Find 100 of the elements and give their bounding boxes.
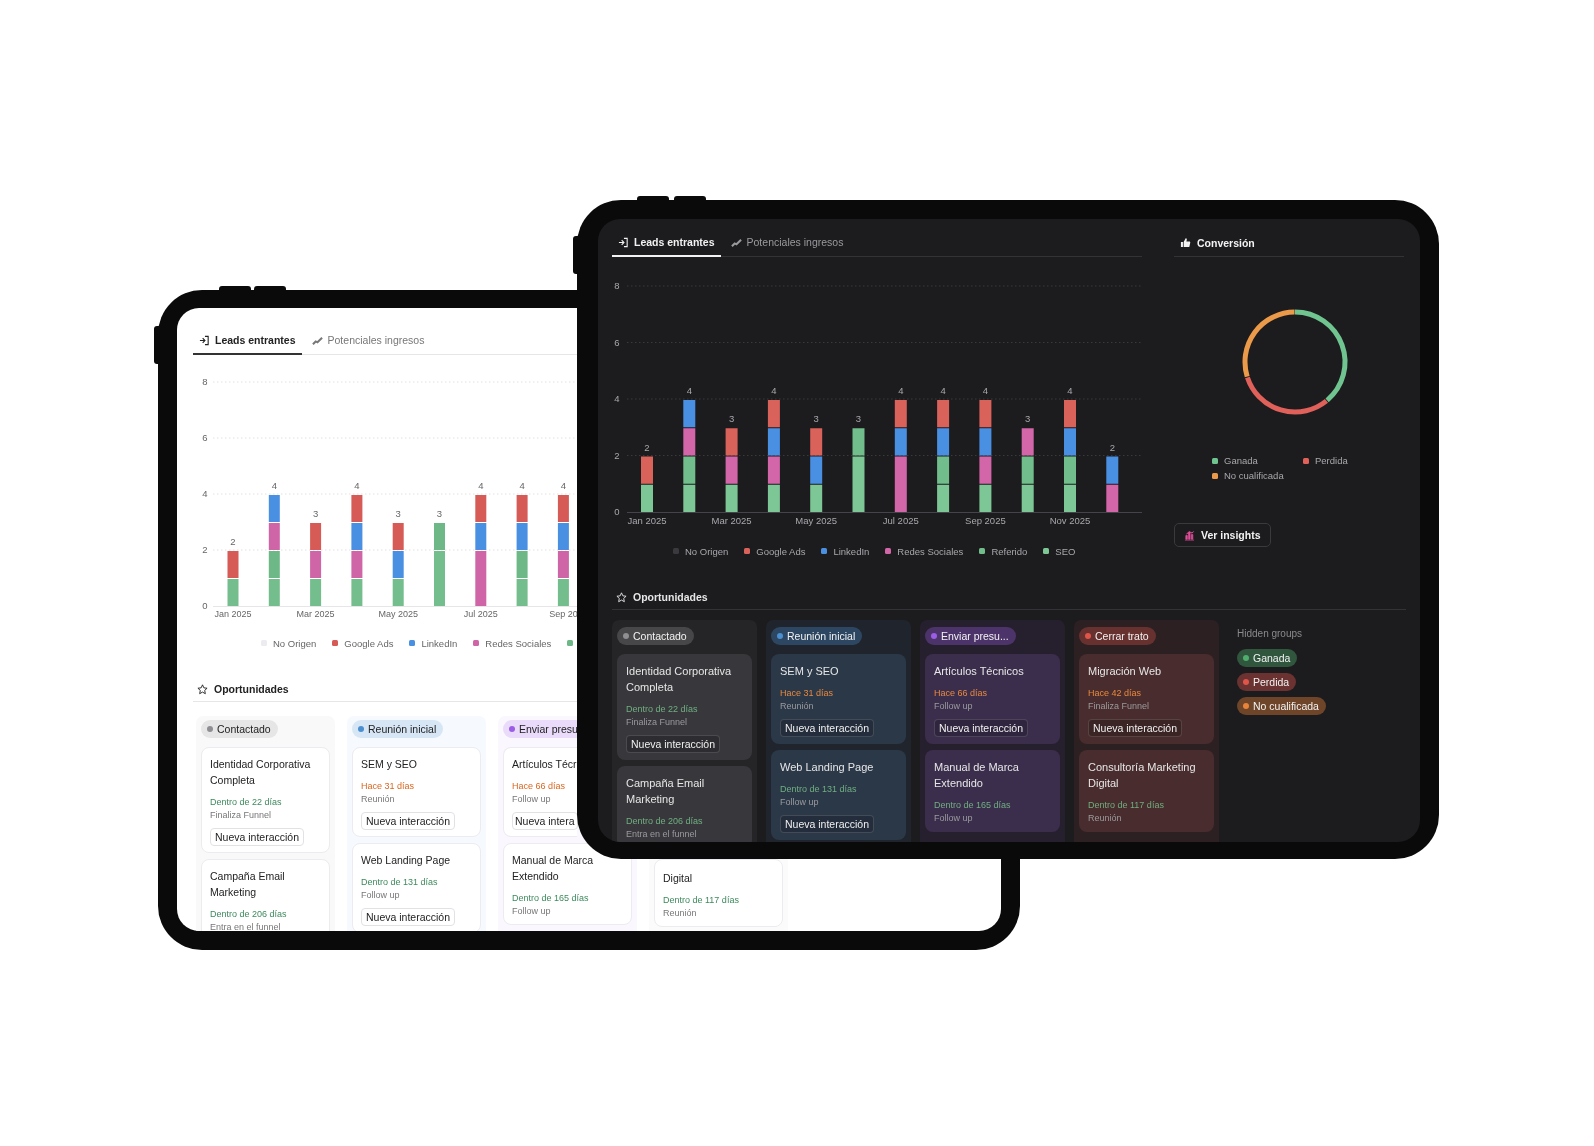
bar <box>937 456 950 484</box>
bar <box>641 484 653 512</box>
opportunity-card[interactable]: Consultoría Marketing Digital Dentro de 117 días Reunión <box>1079 750 1214 832</box>
new-interaction-button[interactable]: Nueva interacción <box>780 719 875 737</box>
value-label: 2 <box>230 536 236 547</box>
card-title: Identidad Corporativa Completa <box>626 664 733 695</box>
bar <box>557 551 569 578</box>
new-interaction-button[interactable]: Nueva interacción <box>626 735 721 753</box>
bar <box>641 456 653 484</box>
card-title: Manual de Marca Extendido <box>512 853 595 884</box>
group-tag[interactable]: Ganada <box>1237 649 1298 667</box>
due-date: Dentro de 22 días <box>210 796 283 809</box>
legend-label: Redes Sociales <box>897 545 964 557</box>
bar <box>979 456 992 484</box>
new-interaction-button[interactable]: Nueva interacción <box>934 719 1029 737</box>
opportunity-card[interactable]: Campaña Email Marketing Dentro de 206 días Entra en el funnel <box>617 766 752 842</box>
stage-label: Enviar presu... <box>941 630 1009 642</box>
bar <box>351 495 363 522</box>
tab[interactable]: Potenciales ingresos <box>305 327 431 355</box>
axis-label: 6 <box>614 336 620 348</box>
tab[interactable]: Leads entrantes <box>612 229 721 257</box>
card-title: Artículos Técnicos <box>934 664 1025 679</box>
insights-button[interactable]: Ver insights <box>1174 523 1271 547</box>
tab[interactable]: Leads entrantes <box>193 327 302 355</box>
opportunity-card[interactable]: Migración Web Hace 42 días Finaliza Funnel Nueva interacción <box>1079 654 1214 744</box>
axis-label: 8 <box>202 376 208 387</box>
card-note: Entra en el funnel <box>210 921 282 931</box>
opportunity-card[interactable]: Web Landing Page Dentro de 131 días Follow up Nueva interacción <box>352 843 481 931</box>
value-label: 4 <box>560 480 567 491</box>
value-label: 3 <box>395 508 401 519</box>
opportunity-card[interactable]: Manual de Marca Extendido Dentro de 165 días Follow up <box>503 843 632 925</box>
opportunity-card[interactable]: Identidad Corporativa Completa Dentro de 22 días Finaliza Funnel Nueva interacción <box>617 654 752 760</box>
card-note: Reunión <box>1088 812 1123 825</box>
legend-label: LinkedIn <box>421 637 458 649</box>
value-label: 4 <box>686 385 692 396</box>
bar <box>1021 456 1034 484</box>
opportunity-card[interactable]: SEM y SEO Hace 31 días Reunión Nueva interacción <box>771 654 906 744</box>
tab[interactable]: Potenciales ingresos <box>724 229 850 257</box>
new-interaction-button[interactable]: Nueva intera <box>512 812 578 830</box>
axis-label: 6 <box>202 432 208 443</box>
card-note: Reunión <box>361 793 396 806</box>
new-interaction-button[interactable]: Nueva interacción <box>1088 719 1183 737</box>
card-title: Digital <box>663 871 694 886</box>
new-interaction-button[interactable]: Nueva interacción <box>361 908 456 926</box>
card-note: Follow up <box>780 796 820 809</box>
group-tag[interactable]: Perdida <box>1237 673 1297 691</box>
bar <box>392 579 404 606</box>
due-date: Dentro de 165 días <box>512 892 590 905</box>
due-date: Hace 66 días <box>512 780 567 793</box>
value-label: 4 <box>271 480 277 491</box>
card-note: Follow up <box>934 700 974 713</box>
bar <box>725 456 738 484</box>
new-interaction-button[interactable]: Nueva interacción <box>780 815 875 833</box>
bar <box>392 551 404 578</box>
opportunity-card[interactable]: Campaña Email Marketing Dentro de 206 días Entra en el funnel <box>201 859 330 931</box>
section-label: Hidden groups <box>1237 628 1303 639</box>
bar <box>937 428 950 456</box>
value-label: 4 <box>478 480 484 491</box>
bar <box>268 523 280 550</box>
star-icon <box>616 591 627 603</box>
bar <box>767 484 780 512</box>
new-interaction-button[interactable]: Nueva interacción <box>361 812 456 830</box>
bar <box>516 495 528 522</box>
axis-label: Mar 2025 <box>711 515 752 526</box>
axis-label: Jan 2025 <box>214 609 252 619</box>
new-interaction-button[interactable]: Nueva interacción <box>210 828 305 846</box>
bar <box>1106 456 1119 484</box>
opportunity-card[interactable]: Web Landing Page Dentro de 131 días Follow up Nueva interacción <box>771 750 906 840</box>
bar <box>1064 484 1076 512</box>
bar <box>310 523 322 550</box>
due-date: Dentro de 206 días <box>626 815 704 828</box>
opportunity-card[interactable]: Artículos Técr Hace 66 días Follow up Nueva intera <box>503 747 577 837</box>
opportunity-card[interactable]: Manual de Marca Extendido Dentro de 165 días Follow up <box>925 750 1060 832</box>
opportunity-card[interactable]: Artículos Técnicos Hace 66 días Follow up Nueva interacción <box>925 654 1060 744</box>
bar <box>767 456 780 484</box>
group-tag[interactable]: No cualificada <box>1237 697 1326 715</box>
bar <box>351 523 363 550</box>
opportunity-card[interactable]: SEM y SEO Hace 31 días Reunión Nueva interacción <box>352 747 481 837</box>
card-note: Reunión <box>780 700 815 713</box>
login-icon <box>618 236 629 248</box>
axis-label: 0 <box>202 600 208 611</box>
opportunity-card[interactable]: Identidad Corporativa Completa Dentro de 22 días Finaliza Funnel Nueva interacción <box>201 747 330 853</box>
section-title: Conversión <box>1197 236 1255 249</box>
value-label: 3 <box>312 508 319 519</box>
card-note: Follow up <box>934 812 974 825</box>
due-date: Dentro de 206 días <box>210 908 288 921</box>
bar <box>1106 484 1119 512</box>
bar <box>475 495 487 522</box>
bar <box>894 400 907 428</box>
stage-label: Enviar presu <box>519 723 578 735</box>
bar <box>516 551 528 578</box>
bar <box>351 551 363 578</box>
axis-label: 2 <box>614 449 620 461</box>
bar <box>979 400 992 428</box>
bar <box>268 495 280 522</box>
bar <box>1021 428 1034 456</box>
due-date: Dentro de 117 días <box>663 894 740 907</box>
legend-label: Ganada <box>1224 455 1258 466</box>
opportunity-card[interactable]: Digital Dentro de 117 días Reunión <box>654 859 783 927</box>
bar <box>1064 428 1076 456</box>
